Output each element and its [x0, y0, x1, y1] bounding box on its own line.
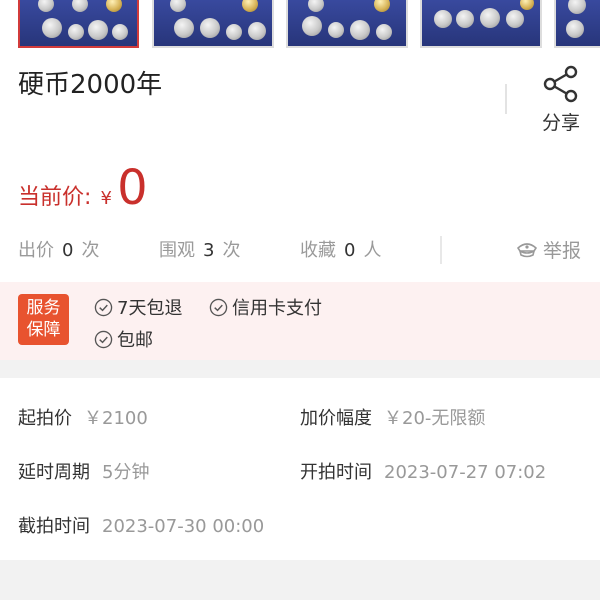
detail-value: ￥2100: [84, 408, 148, 429]
stats-divider: [440, 236, 442, 264]
detail-label: 延时周期: [18, 462, 90, 483]
check-circle-icon: [209, 298, 228, 316]
detail-delay-period: 延时周期 5分钟: [18, 458, 149, 484]
bid-count-value: 0: [62, 240, 74, 261]
bid-count-label: 出价: [18, 240, 54, 261]
detail-value: 2023-07-30 00:00: [102, 516, 265, 537]
price-currency: ¥: [100, 188, 112, 209]
favorite-count: 收藏 0 人: [300, 236, 381, 262]
favorite-count-value: 0: [344, 240, 356, 261]
auction-stats: 出价 0 次 围观 3 次 收藏 0 人: [0, 236, 600, 266]
product-title: 硬币2000年: [18, 70, 163, 100]
service-item-label: 信用卡支付: [232, 298, 322, 319]
police-cap-icon: [517, 242, 537, 257]
bid-count-unit: 次: [81, 240, 100, 261]
current-price: 当前价: ¥ 0: [18, 160, 148, 216]
share-icon: [543, 65, 578, 103]
share-button[interactable]: 分享: [535, 64, 587, 135]
check-circle-icon: [94, 298, 113, 316]
title-divider: [505, 84, 507, 114]
price-value: 0: [117, 160, 148, 216]
thumbnail-2[interactable]: [152, 0, 274, 48]
share-label: 分享: [541, 112, 580, 134]
favorite-count-label: 收藏: [300, 240, 336, 261]
detail-end-time: 截拍时间 2023-07-30 00:00: [18, 512, 264, 538]
report-label: 举报: [543, 240, 582, 262]
favorite-count-unit: 人: [363, 240, 382, 261]
detail-label: 截拍时间: [18, 516, 90, 537]
view-count-unit: 次: [222, 240, 241, 261]
view-count: 围观 3 次: [159, 236, 240, 262]
view-count-label: 围观: [159, 240, 195, 261]
detail-start-time: 开拍时间 2023-07-27 07:02: [300, 458, 546, 484]
section-gap: [0, 360, 600, 378]
detail-label: 起拍价: [18, 408, 72, 429]
detail-value: ￥20-无限额: [384, 408, 486, 429]
service-guarantee: 服务 保障 7天包退 信用卡支付 包邮: [0, 282, 600, 360]
check-circle-icon: [94, 330, 113, 348]
service-item-return: 7天包退: [94, 294, 182, 320]
thumbnail-1[interactable]: [18, 0, 139, 48]
view-count-value: 3: [203, 240, 215, 261]
thumbnail-3[interactable]: [286, 0, 408, 48]
bottom-gap: [0, 560, 600, 600]
service-item-label: 包邮: [117, 330, 153, 351]
thumbnail-5[interactable]: [554, 0, 600, 48]
service-badge: 服务 保障: [18, 294, 69, 345]
detail-label: 加价幅度: [300, 408, 372, 429]
detail-label: 开拍时间: [300, 462, 372, 483]
detail-value: 2023-07-27 07:02: [384, 462, 547, 483]
detail-increment: 加价幅度 ￥20-无限额: [300, 404, 485, 430]
service-item-label: 7天包退: [117, 298, 183, 319]
price-label: 当前价:: [18, 185, 92, 210]
service-badge-line-1: 服务: [26, 298, 61, 318]
service-item-free-shipping: 包邮: [94, 326, 153, 352]
image-thumbnail-strip: [0, 0, 600, 50]
detail-start-price: 起拍价 ￥2100: [18, 404, 148, 430]
service-badge-line-2: 保障: [26, 320, 61, 340]
thumbnail-4[interactable]: [420, 0, 542, 48]
service-item-credit-card: 信用卡支付: [209, 294, 322, 320]
report-button[interactable]: 举报: [515, 236, 581, 263]
detail-value: 5分钟: [102, 462, 150, 483]
bid-count: 出价 0 次: [18, 236, 99, 262]
